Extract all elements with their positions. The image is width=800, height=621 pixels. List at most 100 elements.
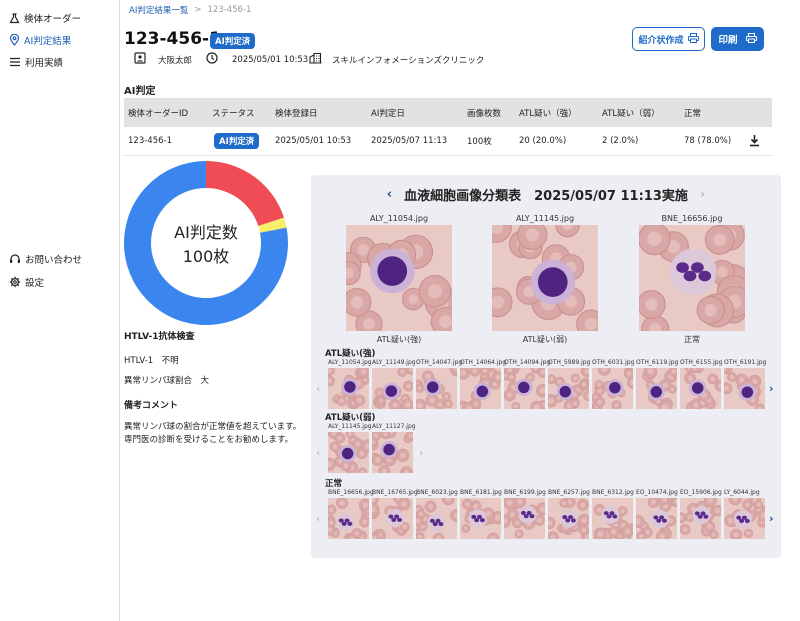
image-group-title: 正常 [325,479,343,489]
thumbnail-filename: ALY_11054.jpg [328,359,372,366]
featured-caption: 正常 [684,335,700,344]
thumbnail-filename: OTH_14047.jpg [416,359,463,366]
abnormal-ratio: 異常リンパ球割合 大 [124,376,210,386]
cell-thumbnail[interactable] [413,361,463,412]
featured-cell-image[interactable] [335,225,461,338]
sidebar-item-usage[interactable]: 利用実績 [9,55,63,69]
patient-name: 大阪太郎 [158,55,193,66]
cell-thumbnail[interactable] [323,496,374,545]
cell-thumbnail[interactable] [719,364,765,413]
thumbnail-filename: ALY_11145.jpg [328,423,372,430]
col-header: ステータス [212,108,255,119]
scroll-right-chevron-icon[interactable]: › [419,446,424,459]
thumbnail-filename: OTH_6191.jpg [724,359,767,366]
scroll-right-chevron-icon[interactable]: › [769,382,774,395]
sidebar-item-ai-results[interactable]: AI判定結果 [9,33,71,47]
cell-thumbnail[interactable] [372,363,418,416]
next-chevron-icon[interactable]: › [700,187,705,202]
printer-icon [687,32,699,46]
cell-thumbnail[interactable] [460,498,505,545]
antibody-title: HTLV-1抗体検査 [124,332,195,342]
cell-thumbnail[interactable] [365,493,413,546]
featured-caption: ATL疑い(弱) [522,335,568,344]
col-header: 正常 [684,108,702,119]
col-header: 画像枚数 [467,108,502,119]
registered-datetime: 2025/05/01 10:53 [232,54,309,65]
sidebar-item-label: AI判定結果 [24,36,72,47]
cell-thumbnail[interactable] [366,426,416,480]
clinic-name: スキルインフォメーションズクリニック [332,55,485,66]
donut-center-value: 100枚 [183,247,230,266]
status-badge: AI判定済 [210,33,256,49]
thumbnail-filename: OTH_14094.jpg [504,359,551,366]
patient-meta: 大阪太郎 [134,52,192,67]
referral-letter-button[interactable]: 紹介状作成 [632,27,705,51]
datetime-meta: 2025/05/01 10:53 [206,52,308,67]
sidebar-item-label: 利用実績 [25,58,64,69]
breadcrumb-parent-link[interactable]: AI判定結果一覧 [129,4,188,16]
donut-center-label: AI判定数 [174,223,238,242]
cell-thumbnail[interactable] [591,362,639,412]
thumbnail-filename: OTH_6119.jpg [636,359,679,366]
cell-thumbnail[interactable] [631,492,682,543]
table-header: 検体オーダーID ステータス 検体登録日 AI判定日 画像枚数 ATL疑い（強）… [124,98,772,127]
cell-thumbnail[interactable] [636,364,680,414]
atl-strong-cell: 20 (20.0%) [519,136,567,146]
printer-icon [745,32,757,46]
building-icon [309,52,322,67]
breadcrumb-current: 123-456-1 [207,5,252,15]
previous-chevron-icon[interactable]: ‹ [387,187,392,202]
sidebar-item-specimen-order[interactable]: 検体オーダー [9,11,81,25]
image-group-title: ATL疑い(弱) [325,413,376,423]
comment-text: 異常リンパ球の割合が正常値を超えています。専門医の診断を受けることをお勧めします… [124,422,302,445]
thumbnail-filename: OTH_6031.jpg [592,359,635,366]
scroll-left-chevron-icon[interactable]: ‹ [316,512,321,525]
sidebar-item-contact[interactable]: お問い合わせ [9,252,82,266]
thumbnail-filename: ALY_11149.jpg [372,359,416,366]
breadcrumb-separator: > [194,5,202,15]
thumbnail-filename: BNE_6312.jpg [592,489,634,496]
scroll-left-chevron-icon[interactable]: ‹ [316,382,321,395]
cell-thumbnail[interactable] [543,495,595,545]
cell-thumbnail[interactable] [456,365,505,416]
image-count-cell: 100枚 [467,137,492,147]
featured-cell-image[interactable] [480,211,606,339]
normal-cell: 78 (78.0%) [684,136,732,146]
featured-filename: ALY_11054.jpg [369,214,429,223]
scroll-left-chevron-icon[interactable]: ‹ [316,446,321,459]
cell-thumbnail[interactable] [499,361,550,414]
thumbnail-filename: OTH_6155.jpg [680,359,723,366]
patient-card-icon [134,52,146,67]
comment-title: 備考コメント [124,401,179,411]
referral-letter-label: 紹介状作成 [638,35,684,46]
cell-thumbnail[interactable] [724,492,771,541]
cell-thumbnail[interactable] [324,365,370,410]
list-icon [9,57,21,67]
cell-thumbnail[interactable] [680,363,727,414]
download-icon[interactable] [749,134,760,150]
cell-thumbnail[interactable] [544,364,594,413]
cell-thumbnail[interactable] [322,426,375,478]
cell-thumbnail[interactable] [411,493,463,545]
sidebar-item-label: 設定 [25,278,45,289]
thumbnail-filename: BNE_6023.jpg [416,489,458,496]
sidebar-item-settings[interactable]: 設定 [9,275,44,289]
clock-icon [206,52,218,67]
print-button[interactable]: 印刷 [711,27,764,51]
section-title: AI判定 [124,86,156,97]
thumbnail-filename: BNE_6199.jpg [504,489,546,496]
thumbnail-filename: LY_6044.jpg [724,489,760,496]
gear-icon [9,276,21,288]
ai-date-cell: 2025/05/07 11:13 [371,136,448,146]
table-row[interactable]: 123-456-1 AI判定済 2025/05/01 10:53 2025/05… [124,127,772,156]
cell-thumbnail[interactable] [675,493,724,539]
cell-thumbnail[interactable] [497,495,550,539]
status-badge: AI判定済 [214,133,260,149]
featured-cell-image[interactable] [637,220,752,344]
scroll-right-chevron-icon[interactable]: › [769,512,774,525]
thumbnail-filename: BNE_16656.jpg [328,489,374,496]
cell-thumbnail[interactable] [592,498,638,544]
panel-header: ‹ 血液細胞画像分類表 2025/05/07 11:13実施 › [311,185,781,204]
thumbnail-filename: OTH_5989.jpg [548,359,591,366]
col-header: ATL疑い（弱） [602,108,660,119]
